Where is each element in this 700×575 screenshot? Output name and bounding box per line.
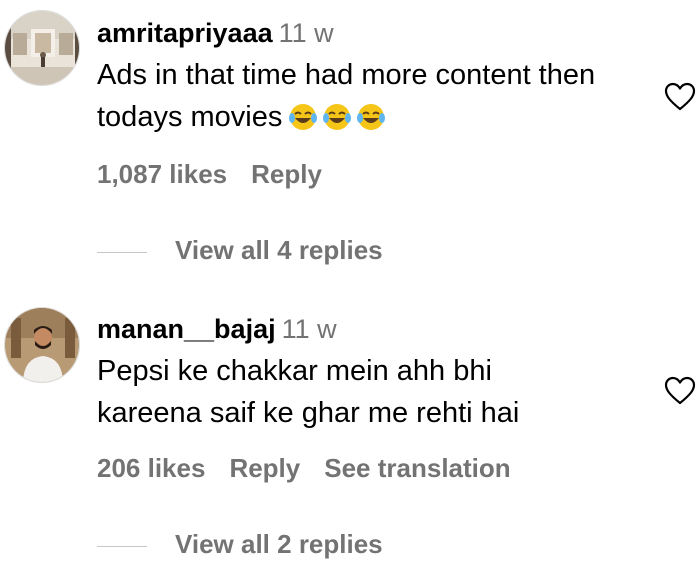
comment-meta: 1,087 likes Reply bbox=[97, 158, 346, 190]
username[interactable]: manan__bajaj bbox=[97, 314, 276, 344]
comment-meta: 206 likes Reply See translation bbox=[97, 452, 535, 484]
avatar-image bbox=[5, 308, 79, 382]
like-count[interactable]: 1,087 likes bbox=[97, 159, 227, 189]
like-heart-icon[interactable] bbox=[664, 376, 696, 406]
avatar[interactable] bbox=[4, 10, 80, 86]
timestamp[interactable]: 11 w bbox=[279, 18, 334, 48]
see-translation-button[interactable]: See translation bbox=[324, 453, 510, 483]
laughing-emoji-group bbox=[288, 102, 386, 144]
like-count[interactable]: 206 likes bbox=[97, 453, 205, 483]
face-with-tears-of-joy-icon bbox=[323, 104, 352, 130]
replies-divider bbox=[97, 545, 147, 547]
comment-text-line-1: Pepsi ke chakkar mein ahh bhi bbox=[97, 355, 492, 387]
reply-button[interactable]: Reply bbox=[229, 453, 300, 483]
face-with-tears-of-joy-icon bbox=[289, 104, 318, 130]
comment-text: Pepsi ke chakkar mein ahh bhi kareena sa… bbox=[97, 350, 637, 434]
replies-divider bbox=[97, 251, 147, 253]
timestamp[interactable]: 11 w bbox=[282, 314, 337, 344]
comment-header: manan__bajaj 11 w bbox=[97, 313, 337, 345]
avatar[interactable] bbox=[4, 307, 80, 383]
face-with-tears-of-joy-icon bbox=[357, 104, 386, 130]
view-replies-label: View all 2 replies bbox=[175, 529, 383, 559]
avatar-image bbox=[5, 11, 79, 85]
reply-button[interactable]: Reply bbox=[251, 159, 322, 189]
comment-header: amritapriyaaa 11 w bbox=[97, 17, 334, 49]
comment-text: Ads in that time had more content then t… bbox=[97, 54, 637, 144]
view-replies-button[interactable]: View all 4 replies bbox=[97, 234, 383, 266]
comment-text-line-2: kareena saif ke ghar me rehti hai bbox=[97, 397, 520, 429]
view-replies-label: View all 4 replies bbox=[175, 235, 383, 265]
view-replies-button[interactable]: View all 2 replies bbox=[97, 528, 383, 560]
username[interactable]: amritapriyaaa bbox=[97, 18, 273, 48]
like-heart-icon[interactable] bbox=[664, 82, 696, 112]
